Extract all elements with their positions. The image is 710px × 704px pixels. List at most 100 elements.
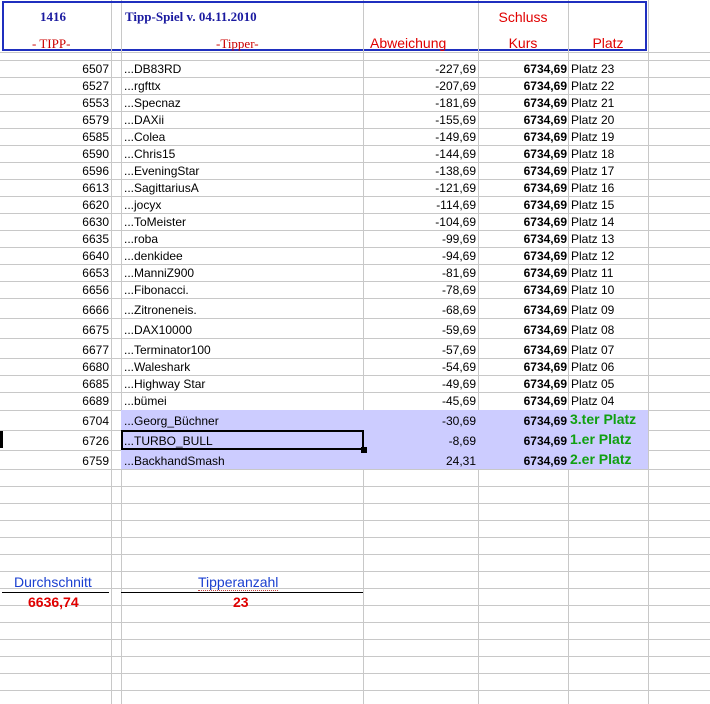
kurs-cell[interactable]: 6734,69 (479, 248, 567, 264)
kurs-cell[interactable]: 6734,69 (479, 265, 567, 281)
platz-cell[interactable]: Platz 19 (571, 129, 647, 145)
tipper-cell[interactable]: ...DB83RD (124, 61, 362, 77)
abweichung-cell[interactable]: -59,69 (364, 322, 476, 338)
tipper-cell[interactable]: ...Fibonacci. (124, 282, 362, 298)
abweichung-cell[interactable]: -45,69 (364, 393, 476, 409)
tipp-cell[interactable]: 6689 (2, 393, 109, 409)
platz-cell[interactable]: Platz 14 (571, 214, 647, 230)
tipp-cell[interactable]: 6759 (2, 453, 109, 469)
abweichung-cell[interactable]: -181,69 (364, 95, 476, 111)
platz-cell[interactable]: Platz 08 (571, 322, 647, 338)
tipp-cell[interactable]: 6726 (2, 433, 109, 449)
tipp-cell[interactable]: 6585 (2, 129, 109, 145)
tipper-cell[interactable]: ...Specnaz (124, 95, 362, 111)
abweichung-cell[interactable]: 24,31 (364, 453, 476, 469)
platz-cell[interactable]: 1.er Platz (570, 431, 648, 447)
tipper-cell[interactable]: ...ManniZ900 (124, 265, 362, 281)
platz-cell[interactable]: Platz 13 (571, 231, 647, 247)
tipper-cell[interactable]: ...Zitroneneis. (124, 302, 362, 318)
abweichung-cell[interactable]: -104,69 (364, 214, 476, 230)
abweichung-cell[interactable]: -68,69 (364, 302, 476, 318)
tipp-cell[interactable]: 6630 (2, 214, 109, 230)
tipper-cell[interactable]: ...Chris15 (124, 146, 362, 162)
abweichung-cell[interactable]: -94,69 (364, 248, 476, 264)
kurs-cell[interactable]: 6734,69 (479, 302, 567, 318)
average-value[interactable]: 6636,74 (28, 594, 79, 610)
tipp-cell[interactable]: 6507 (2, 61, 109, 77)
tipper-cell[interactable]: ...roba (124, 231, 362, 247)
platz-cell[interactable]: Platz 09 (571, 302, 647, 318)
kurs-cell[interactable]: 6734,69 (479, 180, 567, 196)
col-tipper-header[interactable]: -Tipper- (216, 36, 259, 52)
tipp-cell[interactable]: 6675 (2, 322, 109, 338)
tipp-cell[interactable]: 6527 (2, 78, 109, 94)
platz-cell[interactable]: Platz 20 (571, 112, 647, 128)
tipp-cell[interactable]: 6590 (2, 146, 109, 162)
tipp-cell[interactable]: 6656 (2, 282, 109, 298)
abweichung-cell[interactable]: -144,69 (364, 146, 476, 162)
kurs-cell[interactable]: 6734,69 (479, 342, 567, 358)
abweichung-cell[interactable]: -155,69 (364, 112, 476, 128)
tipper-cell[interactable]: ...denkidee (124, 248, 362, 264)
tipper-cell[interactable]: ...jocyx (124, 197, 362, 213)
tipper-cell[interactable]: ...bümei (124, 393, 362, 409)
abweichung-cell[interactable]: -81,69 (364, 265, 476, 281)
tipp-cell[interactable]: 6579 (2, 112, 109, 128)
tipper-cell[interactable]: ...Colea (124, 129, 362, 145)
tipp-cell[interactable]: 6666 (2, 302, 109, 318)
kurs-cell[interactable]: 6734,69 (479, 95, 567, 111)
tipp-cell[interactable]: 6680 (2, 359, 109, 375)
tipper-cell[interactable]: ...ToMeister (124, 214, 362, 230)
tipper-cell[interactable]: ...rgfttx (124, 78, 362, 94)
kurs-cell[interactable]: 6734,69 (479, 214, 567, 230)
abweichung-cell[interactable]: -138,69 (364, 163, 476, 179)
abweichung-cell[interactable]: -78,69 (364, 282, 476, 298)
kurs-cell[interactable]: 6734,69 (479, 359, 567, 375)
tipper-cell[interactable]: ...SagittariusA (124, 180, 362, 196)
abweichung-cell[interactable]: -227,69 (364, 61, 476, 77)
tipper-cell[interactable]: ...EveningStar (124, 163, 362, 179)
count-label[interactable]: Tipperanzahl (198, 574, 279, 591)
tipper-cell[interactable]: ...Highway Star (124, 376, 362, 392)
kurs-cell[interactable]: 6734,69 (479, 282, 567, 298)
col-tipp-header[interactable]: - TIPP- (32, 36, 70, 52)
abweichung-cell[interactable]: -99,69 (364, 231, 476, 247)
tipp-cell[interactable]: 6640 (2, 248, 109, 264)
platz-cell[interactable]: Platz 21 (571, 95, 647, 111)
platz-cell[interactable]: Platz 11 (571, 265, 647, 281)
col-platz-header[interactable]: Platz (568, 35, 648, 51)
col-abweichung-header[interactable]: Abweichung (370, 35, 446, 51)
platz-cell[interactable]: Platz 23 (571, 61, 647, 77)
count-value[interactable]: 23 (233, 594, 249, 610)
kurs-cell[interactable]: 6734,69 (479, 433, 567, 449)
kurs-cell[interactable]: 6734,69 (479, 322, 567, 338)
platz-cell[interactable]: 2.er Platz (570, 451, 648, 467)
game-title[interactable]: Tipp-Spiel v. 04.11.2010 (125, 9, 257, 25)
tipp-cell[interactable]: 6653 (2, 265, 109, 281)
tipp-cell[interactable]: 6613 (2, 180, 109, 196)
kurs-cell[interactable]: 6734,69 (479, 146, 567, 162)
kurs-cell[interactable]: 6734,69 (479, 129, 567, 145)
platz-cell[interactable]: Platz 05 (571, 376, 647, 392)
abweichung-cell[interactable]: -114,69 (364, 197, 476, 213)
platz-cell[interactable]: Platz 15 (571, 197, 647, 213)
platz-cell[interactable]: Platz 18 (571, 146, 647, 162)
tipper-cell[interactable]: ...DAX10000 (124, 322, 362, 338)
platz-cell[interactable]: Platz 22 (571, 78, 647, 94)
kurs-cell[interactable]: 6734,69 (479, 61, 567, 77)
platz-cell[interactable]: Platz 10 (571, 282, 647, 298)
tipper-cell[interactable]: ...Waleshark (124, 359, 362, 375)
tipper-cell[interactable]: ...DAXii (124, 112, 362, 128)
abweichung-cell[interactable]: -149,69 (364, 129, 476, 145)
tipper-cell[interactable]: ...Georg_Büchner (124, 413, 360, 429)
schluss-label[interactable]: Schluss (478, 9, 568, 25)
platz-cell[interactable]: Platz 17 (571, 163, 647, 179)
kurs-cell[interactable]: 6734,69 (479, 197, 567, 213)
fill-handle[interactable] (361, 447, 367, 453)
tipp-cell[interactable]: 6635 (2, 231, 109, 247)
tipp-cell[interactable]: 6620 (2, 197, 109, 213)
tipp-cell[interactable]: 6685 (2, 376, 109, 392)
kurs-cell[interactable]: 6734,69 (479, 231, 567, 247)
col-kurs-header[interactable]: Kurs (478, 35, 568, 51)
kurs-cell[interactable]: 6734,69 (479, 376, 567, 392)
